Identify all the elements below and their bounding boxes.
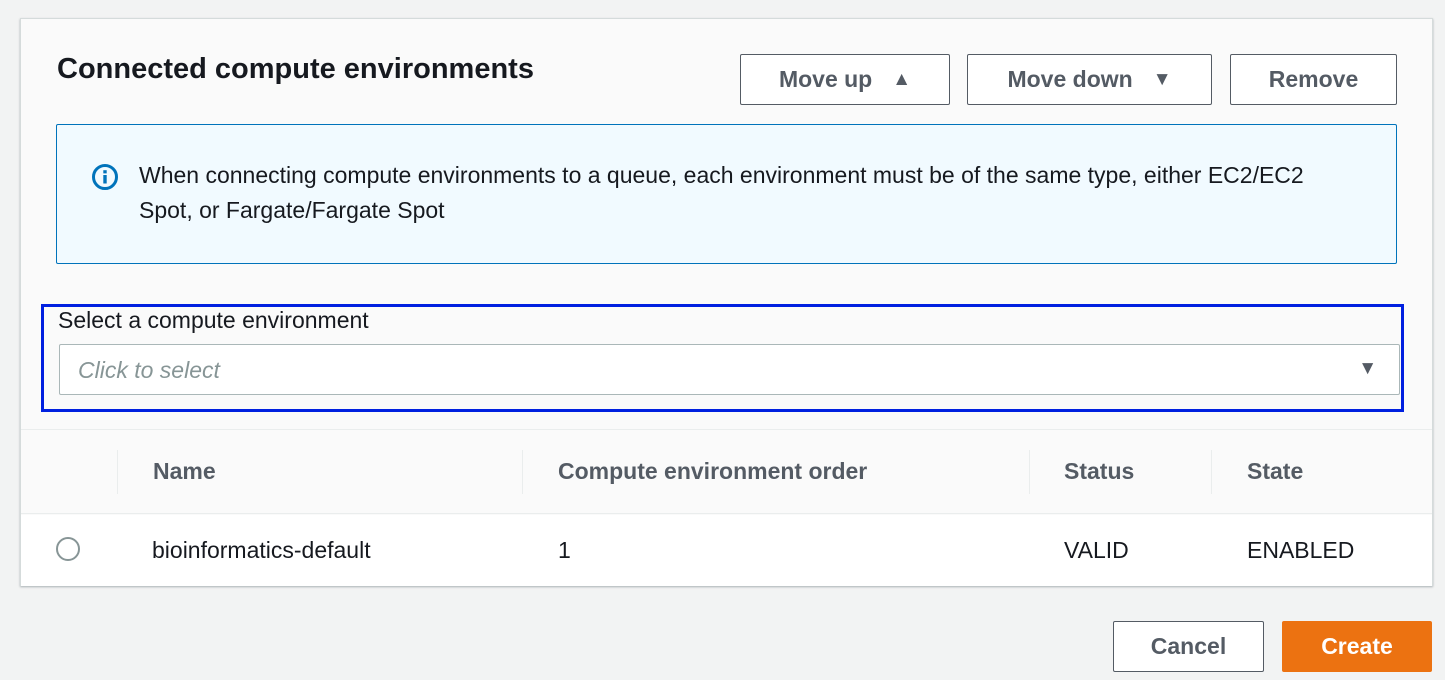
compute-environment-select[interactable]: Click to select ▼ — [59, 344, 1400, 395]
column-separator — [1211, 450, 1212, 494]
remove-label: Remove — [1268, 66, 1359, 92]
column-separator — [1029, 450, 1030, 494]
info-icon — [92, 164, 118, 190]
cell-status: VALID — [1064, 537, 1129, 563]
alert-message: When connecting compute environments to … — [139, 162, 1304, 223]
column-header-status[interactable]: Status — [1064, 458, 1134, 485]
column-separator — [117, 450, 118, 494]
column-header-name[interactable]: Name — [153, 458, 216, 485]
move-down-button[interactable]: Move down ▼ — [967, 54, 1212, 105]
table-row[interactable]: bioinformatics-default 1 VALID ENABLED — [21, 515, 1432, 586]
select-placeholder: Click to select — [78, 357, 220, 383]
cancel-button[interactable]: Cancel — [1113, 621, 1264, 672]
compute-environments-table: Name Compute environment order Status St… — [21, 429, 1432, 586]
remove-button[interactable]: Remove — [1230, 54, 1397, 105]
caret-down-icon: ▼ — [1358, 358, 1377, 379]
triangle-up-icon: ▲ — [892, 68, 912, 90]
column-header-state[interactable]: State — [1247, 458, 1303, 485]
create-button[interactable]: Create — [1282, 621, 1432, 672]
panel-title: Connected compute environments — [57, 53, 534, 85]
row-radio-button[interactable] — [56, 537, 80, 561]
triangle-down-icon: ▼ — [1152, 68, 1172, 90]
cell-order: 1 — [558, 537, 571, 563]
move-down-label: Move down — [1007, 66, 1133, 92]
table-header: Name Compute environment order Status St… — [21, 430, 1432, 514]
move-up-button[interactable]: Move up ▲ — [740, 54, 950, 105]
cell-state: ENABLED — [1247, 537, 1355, 563]
info-alert: When connecting compute environments to … — [56, 124, 1397, 264]
column-header-order[interactable]: Compute environment order — [558, 458, 867, 485]
connected-compute-environments-panel: Connected compute environments Move up ▲… — [20, 18, 1433, 586]
column-separator — [522, 450, 523, 494]
select-label: Select a compute environment — [58, 307, 369, 333]
cell-name: bioinformatics-default — [152, 537, 371, 563]
compute-environment-select-group: Select a compute environment Click to se… — [41, 304, 1404, 412]
move-up-label: Move up — [778, 66, 873, 92]
